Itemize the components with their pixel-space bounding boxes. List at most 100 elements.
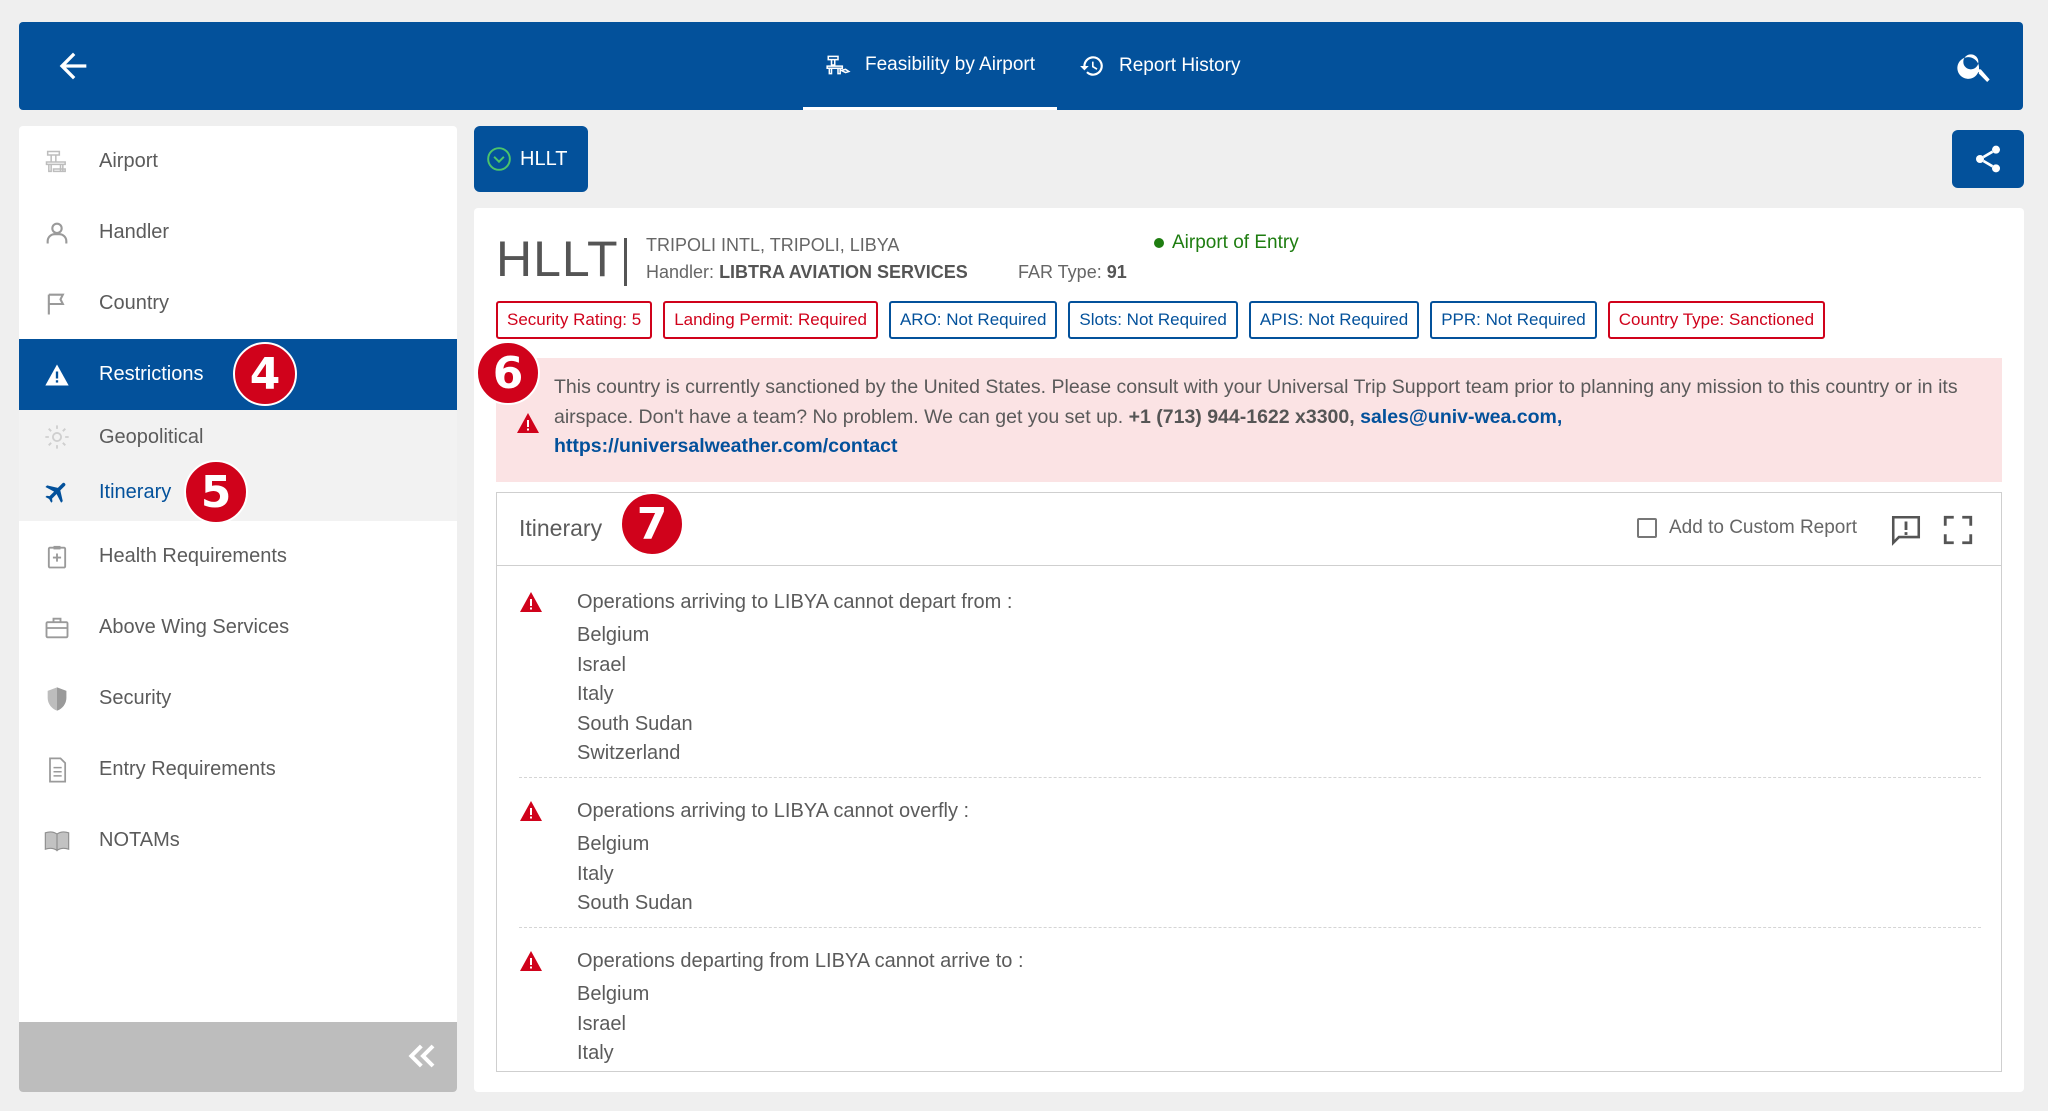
list-item: South Sudan	[577, 712, 693, 735]
sidebar: Airport Handler Country Restrictions Geo…	[19, 126, 457, 1092]
restriction-heading: Operations departing from LIBYA cannot a…	[577, 950, 1024, 972]
briefcase-icon	[43, 614, 71, 642]
warning-icon	[520, 592, 542, 612]
airplane-icon	[43, 478, 71, 506]
airport-code: HLLT	[496, 231, 619, 287]
far-label: FAR Type:	[1018, 262, 1102, 282]
restriction-heading: Operations arriving to LIBYA cannot over…	[577, 800, 970, 822]
sidebar-item-security[interactable]: Security	[19, 663, 457, 734]
restriction-heading: Operations arriving to LIBYA cannot depa…	[577, 591, 1013, 613]
share-icon	[1976, 145, 2000, 173]
add-to-custom-report-toggle[interactable]: Add to Custom Report	[1637, 517, 1857, 539]
share-button[interactable]	[1952, 130, 2024, 188]
sidebar-item-label: Security	[99, 687, 172, 709]
alert-phone: +1 (713) 944-1622 x3300,	[1128, 405, 1355, 428]
sidebar-item-above-wing-services[interactable]: Above Wing Services	[19, 592, 457, 663]
tab-report-history[interactable]: Report History	[1057, 22, 1262, 110]
tab-feasibility-by-airport[interactable]: Feasibility by Airport	[803, 22, 1058, 110]
far-type-info: FAR Type: 91	[1018, 262, 1127, 283]
chevron-down-circle-icon	[487, 147, 511, 171]
sidebar-item-handler[interactable]: Handler	[19, 197, 457, 268]
sidebar-item-entry-requirements[interactable]: Entry Requirements	[19, 734, 457, 805]
status-badge: ARO: Not Required	[888, 301, 1058, 339]
feedback-button[interactable]	[1889, 513, 1923, 547]
handler-label: Handler:	[646, 262, 715, 282]
status-badge: Slots: Not Required	[1068, 301, 1238, 339]
status-badge: Country Type: Sanctioned	[1607, 301, 1826, 339]
alert-contact-link[interactable]: https://universalweather.com/contact	[554, 435, 898, 457]
top-nav-bar: Feasibility by Airport Report History	[19, 22, 2023, 110]
status-badge: Security Rating: 5	[496, 301, 653, 339]
flag-icon	[43, 290, 71, 318]
list-item: Israel	[577, 653, 626, 676]
fullscreen-button[interactable]	[1941, 513, 1975, 547]
status-badge: Landing Permit: Required	[663, 301, 878, 339]
double-chevron-left-icon	[408, 1044, 435, 1068]
sidebar-item-label: Restrictions	[99, 363, 204, 385]
airport-of-entry-status: Airport of Entry	[1154, 232, 1299, 254]
gear-icon	[43, 423, 71, 451]
divider	[519, 777, 1981, 778]
arrow-left-icon	[59, 52, 87, 80]
clipboard-plus-icon	[43, 543, 71, 571]
step-marker-6: 6	[476, 341, 540, 405]
sidebar-item-label: Handler	[99, 221, 170, 243]
sidebar-item-label: NOTAMs	[99, 829, 180, 851]
sidebar-item-health-requirements[interactable]: Health Requirements	[19, 521, 457, 592]
far-value: 91	[1106, 262, 1127, 282]
warning-icon	[520, 801, 542, 821]
fullscreen-icon	[1943, 515, 1973, 545]
document-icon	[43, 756, 71, 784]
country-list: Belgium Israel Italy	[577, 980, 649, 1069]
search-button[interactable]	[1955, 46, 1995, 86]
shield-icon	[43, 685, 71, 713]
tab-label: Report History	[1119, 55, 1241, 76]
itinerary-card-header: Itinerary Add to Custom Report	[497, 493, 2001, 566]
airport-chip-label: HLLT	[520, 147, 568, 170]
alert-email-link[interactable]: sales@univ-wea.com,	[1360, 406, 1562, 428]
step-marker-7: 7	[620, 492, 684, 556]
airport-tower-icon	[826, 55, 851, 74]
collapse-sidebar-button[interactable]	[403, 1036, 443, 1076]
list-item: Italy	[577, 862, 614, 885]
itinerary-card: Itinerary Add to Custom Report Operation…	[496, 492, 2002, 1072]
status-badge: APIS: Not Required	[1248, 301, 1420, 339]
back-button[interactable]	[53, 46, 93, 86]
airport-selector-chip[interactable]: HLLT	[474, 126, 588, 192]
sidebar-item-label: Entry Requirements	[99, 758, 276, 780]
country-list: Belgium Israel Italy South Sudan Switzer…	[577, 621, 693, 769]
warning-icon	[520, 951, 542, 971]
list-item: Switzerland	[577, 742, 681, 764]
sanction-alert: This country is currently sanctioned by …	[496, 358, 2002, 482]
sidebar-footer	[19, 1022, 457, 1092]
list-item: Italy	[577, 1042, 614, 1064]
warning-icon	[517, 413, 539, 433]
sidebar-item-label: Airport	[99, 150, 158, 172]
sidebar-item-label: Health Requirements	[99, 545, 287, 567]
step-marker-4: 4	[233, 342, 297, 406]
sidebar-item-airport[interactable]: Airport	[19, 126, 457, 197]
alert-message: This country is currently sanctioned by …	[554, 373, 1974, 462]
main-panel: HLLT TRIPOLI INTL, TRIPOLI, LIBYA Handle…	[474, 208, 2024, 1092]
list-item: Belgium	[577, 833, 650, 855]
sidebar-item-label: Geopolitical	[99, 425, 204, 448]
book-icon	[43, 827, 71, 855]
status-badge: PPR: Not Required	[1430, 301, 1597, 339]
sidebar-item-country[interactable]: Country	[19, 268, 457, 339]
custom-report-checkbox[interactable]	[1637, 518, 1657, 538]
search-icon	[1957, 54, 1990, 82]
sidebar-item-label: Above Wing Services	[99, 616, 290, 638]
list-item: South Sudan	[577, 892, 693, 914]
sidebar-item-geopolitical[interactable]: Geopolitical	[19, 410, 457, 464]
airport-name: TRIPOLI INTL, TRIPOLI, LIBYA	[646, 235, 900, 255]
tab-label: Feasibility by Airport	[865, 53, 1036, 75]
list-item: Israel	[577, 1012, 626, 1035]
top-tabs: Feasibility by Airport Report History	[803, 22, 1262, 110]
sidebar-item-notams[interactable]: NOTAMs	[19, 805, 457, 876]
step-marker-5: 5	[184, 460, 248, 524]
divider	[519, 927, 1981, 928]
handler-value: LIBTRA AVIATION SERVICES	[719, 262, 968, 282]
list-item: Italy	[577, 683, 614, 705]
entry-status-label: Airport of Entry	[1172, 232, 1299, 253]
sidebar-item-label: Itinerary	[99, 480, 172, 503]
